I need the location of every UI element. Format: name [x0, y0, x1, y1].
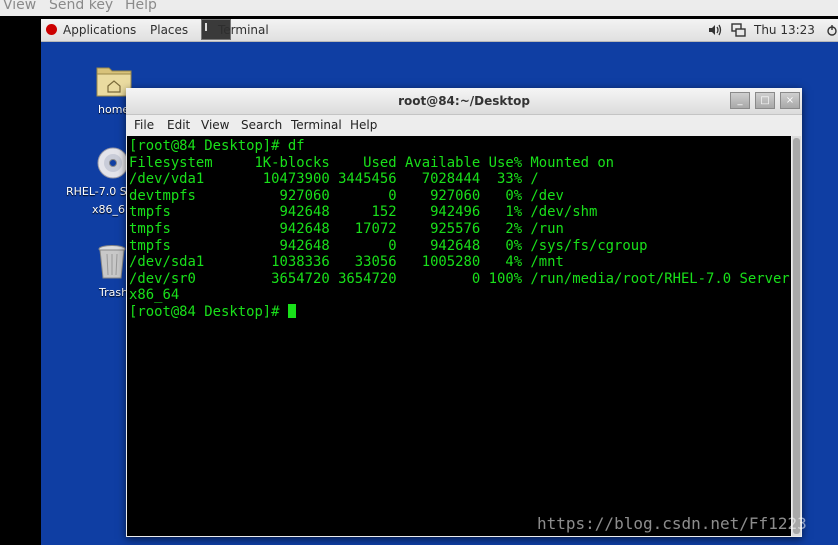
terminal-task-label[interactable]: Terminal	[218, 23, 269, 37]
text-cursor	[287, 303, 296, 318]
terminal-window: root@84:~/Desktop _ □ × File Edit View S…	[126, 88, 802, 537]
vm-menu-view[interactable]: View	[3, 0, 36, 13]
clock[interactable]: Thu 13:23	[754, 23, 815, 37]
terminal-prompt: [root@84 Desktop]#	[129, 303, 288, 320]
terminal-line: x86_64	[129, 287, 180, 304]
home-icon-label[interactable]: home	[98, 103, 129, 116]
terminal-line: Filesystem 1K-blocks Used Available Use%…	[129, 154, 615, 171]
close-button[interactable]: ×	[780, 92, 800, 109]
volume-icon[interactable]	[708, 24, 722, 36]
terminal-line: /dev/sr0 3654720 3654720 0 100% /run/med…	[129, 270, 791, 287]
menu-view[interactable]: View	[201, 118, 229, 132]
vm-viewer-menubar: View Send key Help	[0, 0, 838, 16]
dvd-icon-label[interactable]: RHEL-7.0 S	[66, 185, 127, 198]
applications-menu[interactable]: Applications	[63, 23, 136, 37]
maximize-button[interactable]: □	[755, 92, 775, 109]
trash-icon-label[interactable]: Trash	[99, 286, 128, 299]
menu-file[interactable]: File	[134, 118, 154, 132]
viewer-border	[0, 16, 41, 545]
dvd-icon-label-line2[interactable]: x86_6	[92, 203, 125, 216]
terminal-line: /dev/vda1 10473900 3445456 7028444 33% /	[129, 171, 539, 188]
terminal-line: tmpfs 942648 152 942496 1% /dev/shm	[129, 204, 598, 221]
terminal-titlebar[interactable]: root@84:~/Desktop _ □ ×	[126, 88, 802, 115]
minimize-button[interactable]: _	[730, 92, 750, 109]
network-icon[interactable]	[731, 23, 746, 37]
watermark: https://blog.csdn.net/Ff1223	[537, 514, 807, 533]
terminal-line: [root@84 Desktop]# df	[129, 138, 305, 154]
terminal-output[interactable]: [root@84 Desktop]# df Filesystem 1K-bloc…	[127, 136, 791, 536]
trash-icon[interactable]	[97, 244, 127, 280]
terminal-text: [root@84 Desktop]# df Filesystem 1K-bloc…	[129, 138, 791, 321]
vm-menu-help[interactable]: Help	[125, 0, 157, 13]
gnome-top-bar: Applications Places Terminal Thu 13:23	[41, 19, 838, 42]
menu-search[interactable]: Search	[241, 118, 282, 132]
menu-help[interactable]: Help	[350, 118, 377, 132]
terminal-line: devtmpfs 927060 0 927060 0% /dev	[129, 187, 564, 204]
menu-edit[interactable]: Edit	[167, 118, 190, 132]
redhat-logo-icon	[46, 24, 57, 35]
dvd-icon[interactable]	[96, 146, 130, 180]
scrollbar-thumb[interactable]	[793, 138, 800, 534]
menu-terminal[interactable]: Terminal	[291, 118, 342, 132]
power-menu-icon[interactable]	[826, 24, 838, 36]
terminal-line: tmpfs 942648 0 942648 0% /sys/fs/cgroup	[129, 237, 648, 254]
terminal-line: tmpfs 942648 17072 925576 2% /run	[129, 220, 564, 237]
places-menu[interactable]: Places	[150, 23, 188, 37]
terminal-menubar: File Edit View Search Terminal Help	[126, 115, 802, 135]
terminal-scrollbar[interactable]	[792, 136, 801, 536]
terminal-line: /dev/sda1 1038336 33056 1005280 4% /mnt	[129, 254, 564, 271]
vm-menu-send-key[interactable]: Send key	[49, 0, 113, 13]
window-title: root@84:~/Desktop	[398, 94, 530, 108]
